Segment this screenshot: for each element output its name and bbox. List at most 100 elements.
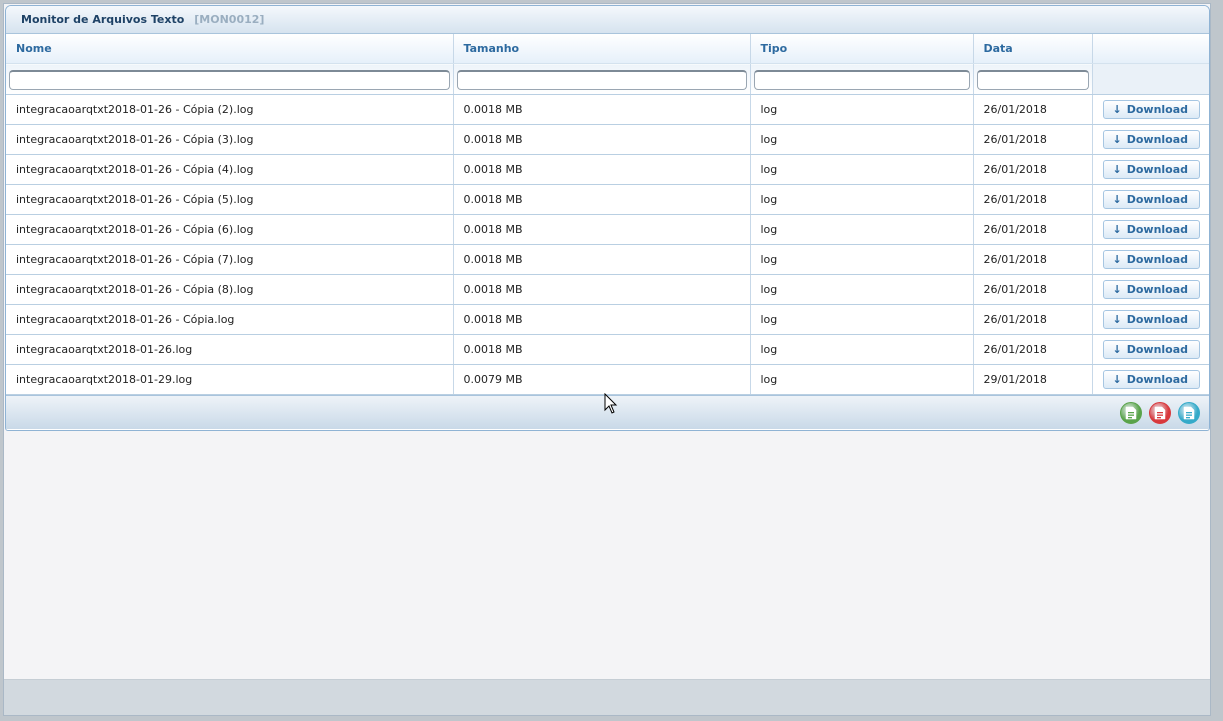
- cell-tipo: log: [750, 124, 974, 155]
- mouse-cursor-icon: [604, 393, 618, 414]
- cell-data: 26/01/2018: [973, 214, 1093, 245]
- filter-empty-cell: [1092, 63, 1209, 95]
- filter-tipo-input[interactable]: [753, 69, 970, 90]
- download-button[interactable]: ↓ Download: [1102, 220, 1201, 239]
- cell-tipo: log: [750, 244, 974, 275]
- download-label: Download: [1126, 103, 1189, 116]
- filter-data-input[interactable]: [976, 69, 1089, 90]
- filter-row: [6, 63, 1209, 95]
- file-monitor-panel: Monitor de Arquivos Texto [MON0012] Nome…: [5, 5, 1210, 431]
- cell-tipo: log: [750, 334, 974, 365]
- cell-action: ↓ Download: [1092, 334, 1209, 365]
- download-button[interactable]: ↓ Download: [1102, 250, 1201, 269]
- cell-data: 26/01/2018: [973, 334, 1093, 365]
- export-csv-icon: [1183, 406, 1195, 419]
- cell-data: 26/01/2018: [973, 244, 1093, 275]
- cell-action: ↓ Download: [1092, 94, 1209, 125]
- download-label: Download: [1126, 253, 1189, 266]
- cell-nome: integracaoarqtxt2018-01-26 - Cópia (5).l…: [6, 184, 454, 215]
- download-label: Download: [1126, 283, 1189, 296]
- cell-nome: integracaoarqtxt2018-01-26 - Cópia (3).l…: [6, 124, 454, 155]
- cell-action: ↓ Download: [1092, 244, 1209, 275]
- cell-data: 26/01/2018: [973, 124, 1093, 155]
- cell-tamanho: 0.0018 MB: [453, 304, 751, 335]
- cell-action: ↓ Download: [1092, 154, 1209, 185]
- column-header-data[interactable]: Data: [973, 34, 1093, 64]
- cell-data: 26/01/2018: [973, 304, 1093, 335]
- cell-action: ↓ Download: [1092, 364, 1209, 395]
- download-label: Download: [1126, 343, 1189, 356]
- cell-action: ↓ Download: [1092, 184, 1209, 215]
- filter-nome-input[interactable]: [9, 69, 450, 90]
- download-button[interactable]: ↓ Download: [1102, 160, 1201, 179]
- download-label: Download: [1126, 313, 1189, 326]
- column-header-tipo[interactable]: Tipo: [750, 34, 974, 64]
- table-row[interactable]: integracaoarqtxt2018-01-26 - Cópia (4).l…: [6, 154, 1209, 185]
- download-button[interactable]: ↓ Download: [1102, 340, 1201, 359]
- cell-action: ↓ Download: [1092, 214, 1209, 245]
- cell-tamanho: 0.0079 MB: [453, 364, 751, 395]
- cell-tipo: log: [750, 184, 974, 215]
- panel-code: [MON0012]: [194, 13, 265, 26]
- download-arrow-icon: ↓: [1112, 283, 1122, 296]
- cell-nome: integracaoarqtxt2018-01-26 - Cópia (7).l…: [6, 244, 454, 275]
- download-arrow-icon: ↓: [1112, 133, 1122, 146]
- cell-data: 26/01/2018: [973, 94, 1093, 125]
- cell-tipo: log: [750, 94, 974, 125]
- panel-titlebar: Monitor de Arquivos Texto [MON0012]: [6, 6, 1209, 34]
- cell-nome: integracaoarqtxt2018-01-26 - Cópia (6).l…: [6, 214, 454, 245]
- cell-data: 26/01/2018: [973, 274, 1093, 305]
- table-row[interactable]: integracaoarqtxt2018-01-26 - Cópia.log 0.…: [6, 304, 1209, 335]
- table-row[interactable]: integracaoarqtxt2018-01-26 - Cópia (2).l…: [6, 94, 1209, 125]
- main-window: Monitor de Arquivos Texto [MON0012] Nome…: [3, 3, 1211, 716]
- download-button[interactable]: ↓ Download: [1102, 100, 1201, 119]
- table-row[interactable]: integracaoarqtxt2018-01-26 - Cópia (5).l…: [6, 184, 1209, 215]
- cell-nome: integracaoarqtxt2018-01-29.log: [6, 364, 454, 395]
- download-label: Download: [1126, 193, 1189, 206]
- export-csv-button[interactable]: [1178, 401, 1200, 424]
- cell-tipo: log: [750, 154, 974, 185]
- cell-tipo: log: [750, 364, 974, 395]
- download-arrow-icon: ↓: [1112, 223, 1122, 236]
- export-pdf-icon: [1154, 406, 1166, 419]
- cell-tamanho: 0.0018 MB: [453, 154, 751, 185]
- cell-tamanho: 0.0018 MB: [453, 214, 751, 245]
- download-button[interactable]: ↓ Download: [1102, 280, 1201, 299]
- cell-data: 26/01/2018: [973, 154, 1093, 185]
- cell-tamanho: 0.0018 MB: [453, 274, 751, 305]
- export-excel-icon: [1125, 406, 1137, 419]
- cell-data: 26/01/2018: [973, 184, 1093, 215]
- cell-nome: integracaoarqtxt2018-01-26 - Cópia (2).l…: [6, 94, 454, 125]
- column-header-nome[interactable]: Nome: [6, 34, 454, 64]
- download-button[interactable]: ↓ Download: [1102, 370, 1201, 389]
- cell-nome: integracaoarqtxt2018-01-26 - Cópia (8).l…: [6, 274, 454, 305]
- download-button[interactable]: ↓ Download: [1102, 130, 1201, 149]
- cell-tamanho: 0.0018 MB: [453, 184, 751, 215]
- table-row[interactable]: integracaoarqtxt2018-01-29.log 0.0079 MB l…: [6, 364, 1209, 395]
- download-button[interactable]: ↓ Download: [1102, 190, 1201, 209]
- cell-action: ↓ Download: [1092, 304, 1209, 335]
- export-excel-button[interactable]: [1120, 401, 1142, 424]
- cell-action: ↓ Download: [1092, 274, 1209, 305]
- table-row[interactable]: integracaoarqtxt2018-01-26.log 0.0018 MB l…: [6, 334, 1209, 365]
- table-row[interactable]: integracaoarqtxt2018-01-26 - Cópia (3).l…: [6, 124, 1209, 155]
- filter-tamanho-input[interactable]: [456, 69, 747, 90]
- cell-tamanho: 0.0018 MB: [453, 334, 751, 365]
- download-arrow-icon: ↓: [1112, 373, 1122, 386]
- download-button[interactable]: ↓ Download: [1102, 310, 1201, 329]
- table-row[interactable]: integracaoarqtxt2018-01-26 - Cópia (6).l…: [6, 214, 1209, 245]
- export-pdf-button[interactable]: [1149, 401, 1171, 424]
- download-label: Download: [1126, 133, 1189, 146]
- column-header-actions: [1092, 34, 1209, 64]
- cell-tamanho: 0.0018 MB: [453, 244, 751, 275]
- download-label: Download: [1126, 163, 1189, 176]
- cell-tipo: log: [750, 304, 974, 335]
- cell-tipo: log: [750, 214, 974, 245]
- table-row[interactable]: integracaoarqtxt2018-01-26 - Cópia (8).l…: [6, 274, 1209, 305]
- status-strip: [4, 679, 1210, 715]
- download-label: Download: [1126, 223, 1189, 236]
- panel-title: Monitor de Arquivos Texto: [21, 13, 185, 26]
- download-arrow-icon: ↓: [1112, 193, 1122, 206]
- table-row[interactable]: integracaoarqtxt2018-01-26 - Cópia (7).l…: [6, 244, 1209, 275]
- column-header-tamanho[interactable]: Tamanho: [453, 34, 751, 64]
